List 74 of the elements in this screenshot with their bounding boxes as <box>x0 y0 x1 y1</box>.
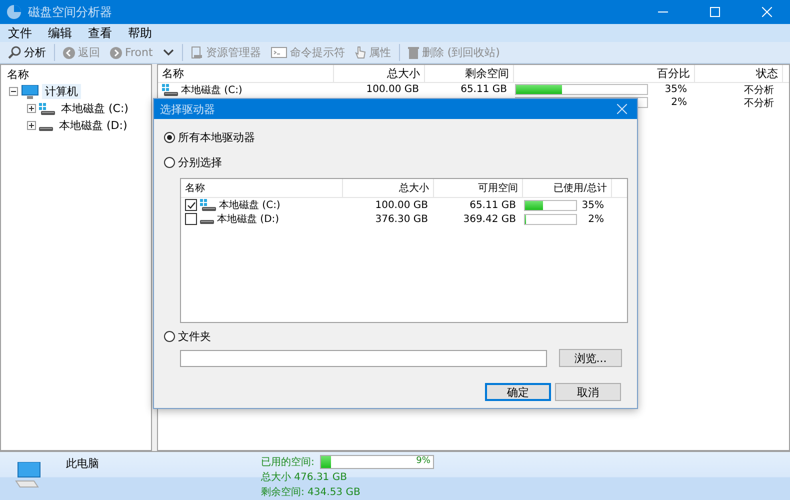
minimize-icon <box>658 11 668 13</box>
table-cell: 376.30 GB <box>375 214 428 224</box>
app-icon <box>6 4 22 20</box>
table-cell: 369.42 GB <box>463 214 516 224</box>
table-cell-text: 不分析 <box>744 84 774 96</box>
usage-percent: 9% <box>416 456 430 466</box>
column-header: 名称 <box>6 66 30 82</box>
table-cell: 65.11 GB <box>460 84 507 95</box>
dialog-title: 选择驱动器 <box>160 102 215 116</box>
column-header: 已使用/总计 <box>523 179 612 197</box>
drive-name: 本地磁盘 (C:) <box>181 84 242 96</box>
collapse-icon[interactable] <box>9 87 18 96</box>
menu-item[interactable]: 查看 <box>80 24 120 42</box>
column-header: 名称 <box>158 65 334 82</box>
table-cell-text: 35% <box>580 200 604 210</box>
drive-name: 本地磁盘 (C:) <box>219 198 280 212</box>
menu-item[interactable]: 文件 <box>0 24 40 42</box>
search-icon <box>8 46 21 59</box>
table-cell: 100.00 GB <box>375 200 428 210</box>
folder-path-field[interactable] <box>180 350 547 366</box>
used-space-label: 已用的空间: <box>261 456 314 469</box>
forward-icon <box>110 46 122 58</box>
checkbox[interactable] <box>185 199 197 211</box>
usage-bar <box>524 200 577 210</box>
folder-icon <box>190 46 203 59</box>
trash-icon <box>408 46 419 59</box>
browse-button[interactable]: 浏览... <box>559 349 622 367</box>
free-space: 剩余空间: 434.53 GB <box>261 486 362 499</box>
column-header: 状态 <box>695 65 783 82</box>
expand-icon[interactable] <box>27 104 36 113</box>
terminal-icon <box>270 47 287 58</box>
column-header: 总大小 <box>334 65 425 82</box>
dialog-button[interactable]: 确定 <box>485 383 551 401</box>
column-header: 名称 <box>181 179 343 197</box>
table-cell: 100.00 GB <box>366 84 419 95</box>
back-icon <box>63 46 75 58</box>
usage-bar <box>524 214 577 224</box>
menu-item[interactable]: 编辑 <box>40 24 80 42</box>
caret-icon <box>162 49 174 56</box>
drive-name: 本地磁盘 (D:) <box>217 212 280 226</box>
close-icon <box>617 104 627 114</box>
drive-icon <box>200 220 214 224</box>
dialog-button[interactable]: 取消 <box>555 383 621 401</box>
drive-icon <box>39 126 53 130</box>
computer-label: 此电脑 <box>66 456 100 472</box>
radio-button[interactable]: 文件夹 <box>164 329 211 344</box>
tree-item[interactable]: 本地磁盘 (C:) <box>58 101 132 116</box>
drive-icon <box>39 102 55 114</box>
table-cell-text: 2% <box>670 97 687 108</box>
table-cell: 65.11 GB <box>470 200 516 210</box>
maximize-icon <box>710 7 720 17</box>
tree-item[interactable]: 本地磁盘 (D:) <box>56 118 130 133</box>
toolbar-button[interactable]: 分析 <box>5 44 49 61</box>
expand-icon[interactable] <box>27 121 36 130</box>
menu-item[interactable]: 帮助 <box>120 24 160 42</box>
column-header: 剩余空间 <box>425 65 514 82</box>
table-cell-text: 2% <box>587 214 604 224</box>
table-cell-text: 不分析 <box>744 96 774 110</box>
column-header: 百分比 <box>514 65 695 82</box>
column-header: 总大小 <box>343 179 434 197</box>
window-title: 磁盘空间分析器 <box>28 4 112 20</box>
drive-icon <box>200 199 216 211</box>
checkbox[interactable] <box>185 213 197 225</box>
table-cell-text: 35% <box>664 84 687 95</box>
radio-button[interactable]: 所有本地驱动器 <box>164 130 255 145</box>
computer-icon <box>21 84 39 98</box>
drive-icon <box>162 84 178 96</box>
column-header: 可用空间 <box>434 179 523 197</box>
close-icon <box>762 7 772 17</box>
computer-icon <box>14 462 42 488</box>
radio-button[interactable]: 分别选择 <box>164 155 222 170</box>
total-size: 总大小 476.31 GB <box>261 470 348 484</box>
tree-item[interactable]: 计算机 <box>42 84 81 99</box>
hand-icon <box>354 46 366 60</box>
